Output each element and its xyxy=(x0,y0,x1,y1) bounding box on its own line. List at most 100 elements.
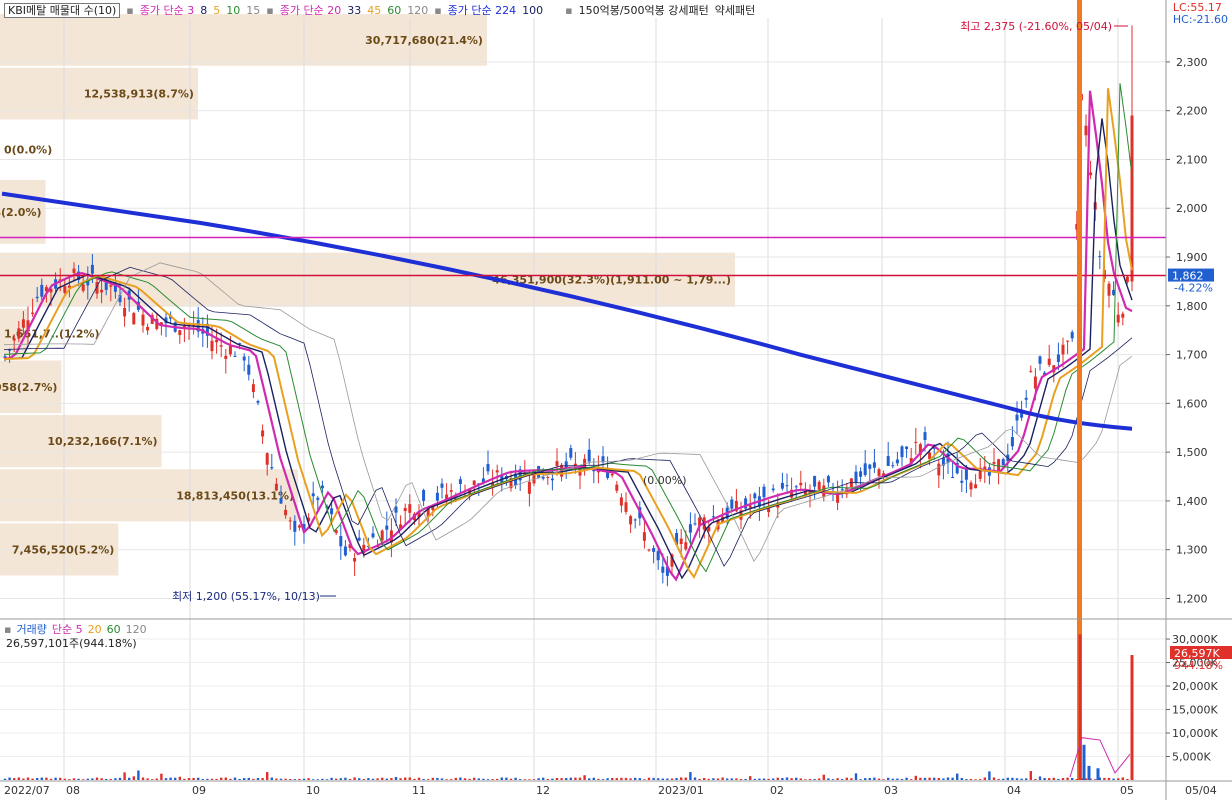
volume-bar xyxy=(123,772,126,780)
volume-bar xyxy=(243,778,246,780)
volume-bar xyxy=(555,777,559,780)
volume-bar xyxy=(169,777,172,780)
volume-bar xyxy=(983,777,986,780)
volume-bar xyxy=(624,777,628,780)
volume-bar xyxy=(1121,777,1124,780)
volume-profile-label: 0(0.0%) xyxy=(4,144,52,157)
volume-bar xyxy=(206,778,209,780)
volume-bar xyxy=(270,777,273,780)
candle-body xyxy=(472,480,476,485)
time-tick-label: 05 xyxy=(1120,784,1134,797)
volume-bar xyxy=(509,778,513,780)
volume-bar xyxy=(703,777,706,780)
candle-body xyxy=(1125,276,1129,282)
stock-chart[interactable]: 30,717,680(21.4%) 12,538,913(8.7%) 0(0.0%)… xyxy=(0,0,1232,800)
volume-bar xyxy=(454,777,457,780)
time-tick-label: 10 xyxy=(306,784,320,797)
legend-ma1: 종가 단순 3 xyxy=(139,4,195,17)
volume-bar xyxy=(569,777,572,780)
candle-body xyxy=(969,482,973,490)
volume-bar xyxy=(3,778,7,780)
volume-bar xyxy=(298,778,301,780)
volume-bar xyxy=(905,777,908,780)
candle-body xyxy=(219,345,223,347)
candle-body xyxy=(320,485,324,489)
volume-profile-label: 18,813,450(13.1%) xyxy=(176,489,294,502)
candle-body xyxy=(652,548,656,552)
volume-bar xyxy=(767,778,770,780)
candle-body xyxy=(357,537,361,541)
legend-pattern2: 약세패턴 xyxy=(714,4,756,17)
candle-body xyxy=(12,338,16,341)
volume-bar xyxy=(353,777,356,780)
volume-bar xyxy=(960,777,963,780)
volume-bar xyxy=(721,777,724,780)
candle-body xyxy=(891,465,895,467)
candle-body xyxy=(817,481,821,490)
volume-bar xyxy=(417,777,421,780)
legend-ma1-p1: 8 xyxy=(200,4,208,17)
volume-bar xyxy=(77,778,80,780)
volume-bar xyxy=(358,778,361,780)
volume-bar xyxy=(1038,776,1042,780)
volume-bar xyxy=(1112,778,1115,780)
volume-bar xyxy=(528,779,531,780)
volume-bar xyxy=(45,777,48,780)
volume-bar xyxy=(822,774,825,780)
volume-bar xyxy=(376,778,379,780)
volume-bar xyxy=(404,777,407,780)
volume-bar xyxy=(730,778,733,780)
candle-body xyxy=(40,284,44,297)
volume-bar xyxy=(86,778,89,780)
volume-bar xyxy=(187,777,191,780)
volume-bar xyxy=(128,777,131,780)
volume-bar xyxy=(22,778,25,780)
volume-bar xyxy=(900,778,904,780)
legend-title[interactable]: KBI메탈 매물대 수(10) xyxy=(4,3,121,18)
volume-bar xyxy=(17,777,20,780)
center-annotation: (0.00%) xyxy=(643,474,687,487)
current-change-label: -4.22% xyxy=(1174,282,1213,295)
candle-body xyxy=(1047,358,1051,365)
volume-bar xyxy=(114,778,117,780)
volume-bar xyxy=(344,777,347,780)
candle-body xyxy=(629,516,633,525)
volume-bar xyxy=(910,779,913,780)
candle-body xyxy=(693,523,697,525)
volume-bar xyxy=(307,778,310,780)
volume-bar xyxy=(537,778,540,780)
volume-bar xyxy=(896,778,899,780)
volume-bar xyxy=(160,773,163,780)
candle-body xyxy=(90,264,94,274)
volume-bar xyxy=(735,778,738,780)
volume-bar xyxy=(523,779,526,780)
candle-body xyxy=(210,340,214,352)
volume-bar xyxy=(1029,771,1032,780)
volume-bar xyxy=(854,773,858,780)
candle-body xyxy=(72,268,76,273)
candle-body xyxy=(353,557,357,562)
volume-profile-label: 12,538,913(8.7%) xyxy=(84,88,194,101)
volume-bar xyxy=(192,777,195,780)
volume-bar xyxy=(597,778,600,780)
candle-body xyxy=(293,520,297,532)
volume-bar xyxy=(758,778,761,780)
volume-bar xyxy=(339,778,342,780)
hc-value: HC:-21.60 xyxy=(1172,13,1228,26)
candle-body xyxy=(251,384,255,393)
volume-bar xyxy=(882,779,885,780)
candle-body xyxy=(771,488,775,491)
volume-profile-label: 30,717,680(21.4%) xyxy=(365,34,483,47)
volume-bar xyxy=(473,777,476,780)
volume-tick-label: 5,000K xyxy=(1172,751,1211,764)
volume-bar xyxy=(675,778,678,780)
volume-bar xyxy=(1071,778,1074,780)
volume-bar xyxy=(13,778,16,780)
volume-bar xyxy=(974,779,977,780)
volume-bar xyxy=(919,777,922,780)
volume-bar xyxy=(762,778,766,780)
volume-bar xyxy=(215,778,218,780)
volume-bar xyxy=(445,779,448,780)
volume-bar xyxy=(279,778,283,780)
volume-bar xyxy=(891,778,894,780)
